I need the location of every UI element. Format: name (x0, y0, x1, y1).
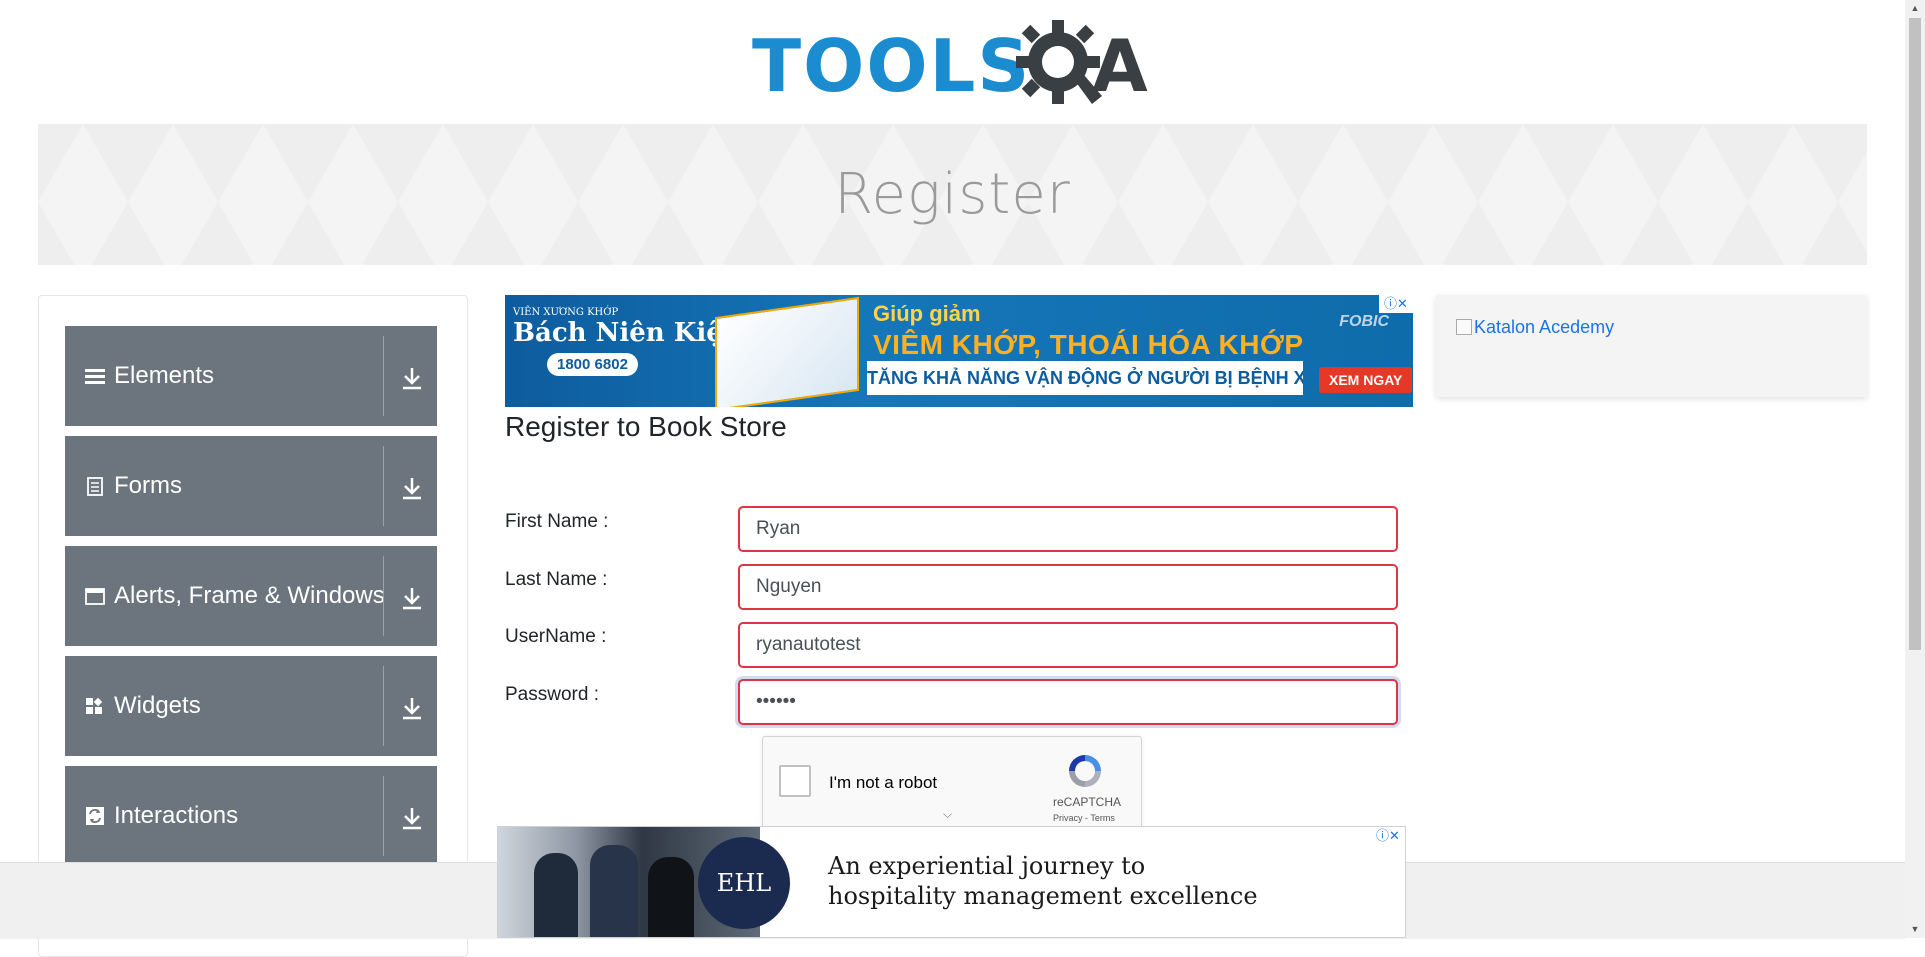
divider (383, 666, 384, 746)
ad-brand: VIÊN XƯƠNG KHỚP Bách Niên Kiện (513, 307, 742, 348)
ad-close-button[interactable]: ⓘ✕ (1371, 827, 1405, 845)
password-label: Password : (505, 684, 599, 705)
scroll-up-arrow-icon[interactable]: ▲ (1905, 0, 1925, 17)
close-icon[interactable]: ✕ (1397, 296, 1408, 311)
ad-cta-button[interactable]: XEM NGAY (1319, 367, 1413, 393)
sidebar: Elements Forms Alerts, Frame & Windows W… (38, 295, 468, 957)
sidebar-item-label: Alerts, Frame & Windows (114, 582, 385, 609)
top-advertisement[interactable]: VIÊN XƯƠNG KHỚP Bách Niên Kiện 1800 6802… (505, 295, 1413, 407)
recaptcha-logo-icon (1069, 755, 1101, 787)
ad-close-button[interactable]: ⓘ✕ (1379, 295, 1413, 313)
divider (383, 446, 384, 526)
right-advertisement[interactable]: Katalon Acedemy (1436, 295, 1867, 397)
download-arrow-icon[interactable] (398, 364, 426, 392)
first-name-input[interactable]: Ryan (738, 506, 1398, 552)
sidebar-item-label: Interactions (114, 802, 239, 829)
ad-tagline-line-1: An experiential journey to (828, 852, 1146, 880)
logo-accent-text: A (1092, 24, 1148, 108)
ad-tagline: An experiential journey to hospitality m… (828, 851, 1258, 911)
person-silhouette (590, 845, 638, 937)
download-arrow-icon[interactable] (398, 584, 426, 612)
sidebar-item-widgets[interactable]: Widgets (65, 656, 437, 756)
username-label: UserName : (505, 626, 607, 647)
recaptcha-terms-link[interactable]: Privacy - Terms (1053, 813, 1115, 823)
toolsqa-logo[interactable]: TOOLS A (752, 18, 1156, 114)
download-arrow-icon[interactable] (398, 804, 426, 832)
recaptcha-label: I'm not a robot (829, 773, 938, 792)
recaptcha-widget: I'm not a robot reCAPTCHA Privacy - Term… (762, 736, 1142, 828)
page-title: Register (834, 162, 1071, 227)
ad-sponsor: FOBIC (1339, 313, 1389, 330)
sidebar-item-label: Widgets (114, 692, 201, 719)
scrollbar-thumb[interactable] (1909, 18, 1921, 650)
person-silhouette (534, 853, 578, 937)
page-banner: Register (38, 124, 1867, 265)
ad-brand-name: Bách Niên Kiện (513, 318, 742, 348)
first-name-label: First Name : (505, 511, 609, 532)
product-box-image (715, 296, 859, 407)
download-arrow-icon[interactable] (398, 694, 426, 722)
document-icon (87, 477, 103, 496)
ad-headline-3: TĂNG KHẢ NĂNG VẬN ĐỘNG Ở NGƯỜI BỊ BỆNH X… (867, 361, 1303, 395)
divider (383, 556, 384, 636)
katalon-ad-image[interactable]: Katalon Acedemy (1456, 317, 1614, 338)
scroll-down-arrow-icon[interactable]: ▼ (1905, 921, 1925, 938)
sidebar-item-interactions[interactable]: Interactions (65, 766, 437, 866)
recaptcha-brand: reCAPTCHA (1053, 795, 1122, 809)
page-scrollbar[interactable]: ▲ ▼ (1905, 0, 1925, 938)
person-silhouette (648, 857, 694, 937)
image-alt-text: Katalon Acedemy (1474, 317, 1615, 337)
ad-headline-1: Giúp giảm (873, 301, 981, 326)
username-input[interactable]: ryanautotest (738, 622, 1398, 668)
password-input[interactable]: •••••• (738, 679, 1398, 725)
bottom-advertisement[interactable]: EHL An experiential journey to hospitali… (497, 826, 1406, 938)
close-icon[interactable]: ✕ (1389, 828, 1400, 843)
download-arrow-icon[interactable] (398, 474, 426, 502)
recaptcha-checkbox[interactable] (779, 765, 811, 797)
sidebar-item-label: Elements (114, 362, 215, 389)
ad-tagline-line-2: hospitality management excellence (828, 882, 1258, 910)
logo-text: TOOLS (752, 24, 1032, 108)
divider (383, 776, 384, 856)
info-icon[interactable]: ⓘ (1376, 828, 1389, 843)
broken-image-icon (1456, 319, 1472, 335)
ad-phone: 1800 6802 (547, 353, 638, 376)
interactions-icon (86, 807, 104, 825)
form-title: Register to Book Store (505, 411, 787, 442)
ad-headline-2: VIÊM KHỚP, THOÁI HÓA KHỚP (873, 329, 1304, 360)
sidebar-item-elements[interactable]: Elements (65, 326, 437, 426)
chevron-down-icon: ⌵ (943, 807, 953, 821)
divider (383, 336, 384, 416)
widgets-icon (86, 697, 103, 714)
ad-brand-small: VIÊN XƯƠNG KHỚP (513, 307, 619, 318)
ehl-logo: EHL (698, 837, 790, 929)
window-icon (85, 588, 105, 605)
sidebar-item-forms[interactable]: Forms (65, 436, 437, 536)
last-name-input[interactable]: Nguyen (738, 564, 1398, 610)
sidebar-item-label: Forms (114, 472, 182, 499)
last-name-label: Last Name : (505, 569, 608, 590)
info-icon[interactable]: ⓘ (1384, 296, 1397, 311)
sidebar-item-alerts-frame-windows[interactable]: Alerts, Frame & Windows (65, 546, 437, 646)
hamburger-icon (85, 369, 105, 384)
